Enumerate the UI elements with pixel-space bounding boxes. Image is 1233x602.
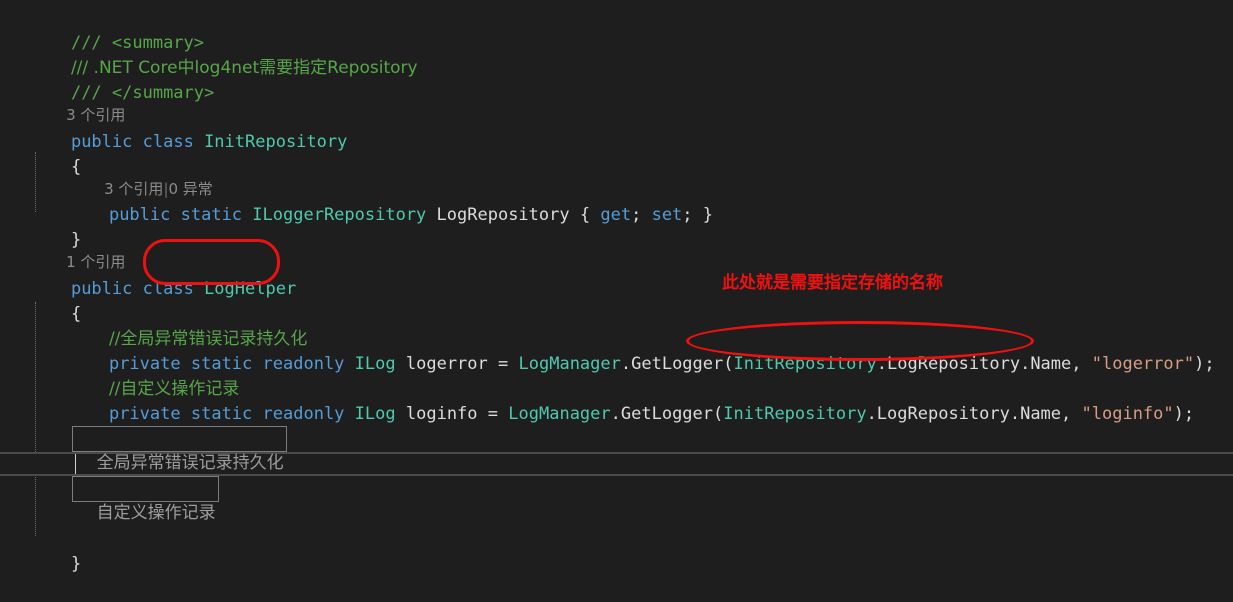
keyword-static: static bbox=[180, 205, 243, 225]
code-line-doc-close[interactable]: /// </summary> bbox=[30, 56, 214, 103]
annotation-note-text: 此处就是需要指定存储的名称 bbox=[722, 273, 943, 293]
code-line-doc-text[interactable]: /// .NET Core中log4net需要指定Repository bbox=[30, 31, 418, 78]
keyword-public: public bbox=[108, 205, 171, 225]
code-line-brace-open-2[interactable]: { bbox=[30, 277, 81, 324]
keyword-readonly: readonly bbox=[262, 354, 345, 374]
class-name-loghelper: LogHelper bbox=[204, 279, 297, 299]
string-literal-logerror: "logerror" bbox=[1091, 354, 1195, 374]
keyword-readonly: readonly bbox=[262, 404, 345, 424]
paren-close: ) bbox=[1173, 404, 1184, 424]
code-editor[interactable]: /// <summary> /// .NET Core中log4net需要指定R… bbox=[0, 0, 1233, 574]
type-ilog: ILog bbox=[354, 404, 396, 424]
keyword-private: private bbox=[108, 404, 181, 424]
arg-class-initrepository: InitRepository bbox=[723, 404, 867, 424]
operator-equals: = bbox=[487, 404, 499, 424]
code-line-brace-close-1[interactable]: } bbox=[30, 203, 81, 250]
code-line-comment-loginfo[interactable]: //自定义操作记录 bbox=[68, 352, 239, 399]
brace-close: } bbox=[70, 554, 82, 574]
code-line-field-loginfo[interactable]: private static readonly ILog loginfo = L… bbox=[68, 377, 1194, 424]
brace-open: { bbox=[579, 205, 591, 225]
codelens-logrepository[interactable]: 3 个引用|0 异常 bbox=[68, 156, 213, 198]
code-line-field-logerror[interactable]: private static readonly ILog logerror = … bbox=[68, 327, 1215, 374]
code-line-class-loghelper[interactable]: public class LogHelper bbox=[30, 252, 296, 299]
class-logmanager: LogManager bbox=[518, 354, 621, 374]
code-line-brace-close-2[interactable]: } bbox=[30, 527, 81, 574]
semicolon: ; bbox=[1183, 404, 1195, 424]
keyword-class: class bbox=[142, 279, 194, 299]
method-getlogger: GetLogger bbox=[631, 354, 724, 374]
semicolon: ; bbox=[682, 205, 693, 225]
paren-open: ( bbox=[723, 354, 734, 374]
dot: . bbox=[620, 354, 632, 374]
brace-close: } bbox=[702, 205, 714, 225]
field-name-loginfo: loginfo bbox=[405, 404, 478, 424]
collapsed-region-logerror[interactable]: 全局异常错误记录持久化 bbox=[72, 426, 287, 473]
type-iloggerrepository: ILoggerRepository bbox=[252, 205, 427, 225]
arg-member-path: .LogRepository.Name, bbox=[876, 354, 1082, 374]
codelens-initrepository[interactable]: 3 个引用 bbox=[30, 82, 125, 124]
arg-member-path: .LogRepository.Name, bbox=[866, 404, 1072, 424]
operator-equals: = bbox=[498, 354, 509, 374]
code-line-doc-open[interactable]: /// <summary> bbox=[30, 6, 204, 53]
arg-class-initrepository: InitRepository bbox=[733, 354, 877, 374]
class-logmanager: LogManager bbox=[508, 404, 611, 424]
method-getlogger: GetLogger bbox=[620, 404, 714, 424]
semicolon: ; bbox=[1204, 354, 1215, 374]
paren-open: ( bbox=[713, 404, 724, 424]
string-literal-loginfo: "loginfo" bbox=[1081, 404, 1174, 424]
code-line-property-logrepository[interactable]: public static ILoggerRepository LogRepos… bbox=[68, 178, 713, 225]
dot: . bbox=[610, 404, 621, 424]
code-line-class-initrepository[interactable]: public class InitRepository bbox=[30, 105, 347, 152]
keyword-class: class bbox=[142, 132, 194, 152]
field-name-logerror: logerror bbox=[405, 354, 488, 374]
semicolon: ; bbox=[631, 205, 642, 225]
codelens-loghelper[interactable]: 1 个引用 bbox=[30, 229, 125, 271]
collapsed-region-label: 自定义操作记录 bbox=[96, 503, 216, 523]
keyword-set: set bbox=[651, 205, 683, 225]
type-ilog: ILog bbox=[354, 354, 396, 374]
collapsed-region-label: 全局异常错误记录持久化 bbox=[96, 453, 284, 473]
code-line-brace-open-1[interactable]: { bbox=[30, 130, 81, 177]
keyword-static: static bbox=[190, 404, 253, 424]
paren-close: ) bbox=[1194, 354, 1205, 374]
class-name-initrepository: InitRepository bbox=[204, 132, 348, 152]
keyword-get: get bbox=[600, 205, 632, 225]
property-name-logrepository: LogRepository bbox=[436, 205, 570, 225]
code-line-comment-logerror[interactable]: //全局异常错误记录持久化 bbox=[68, 302, 307, 349]
collapsed-region-loginfo[interactable]: 自定义操作记录 bbox=[72, 476, 219, 523]
